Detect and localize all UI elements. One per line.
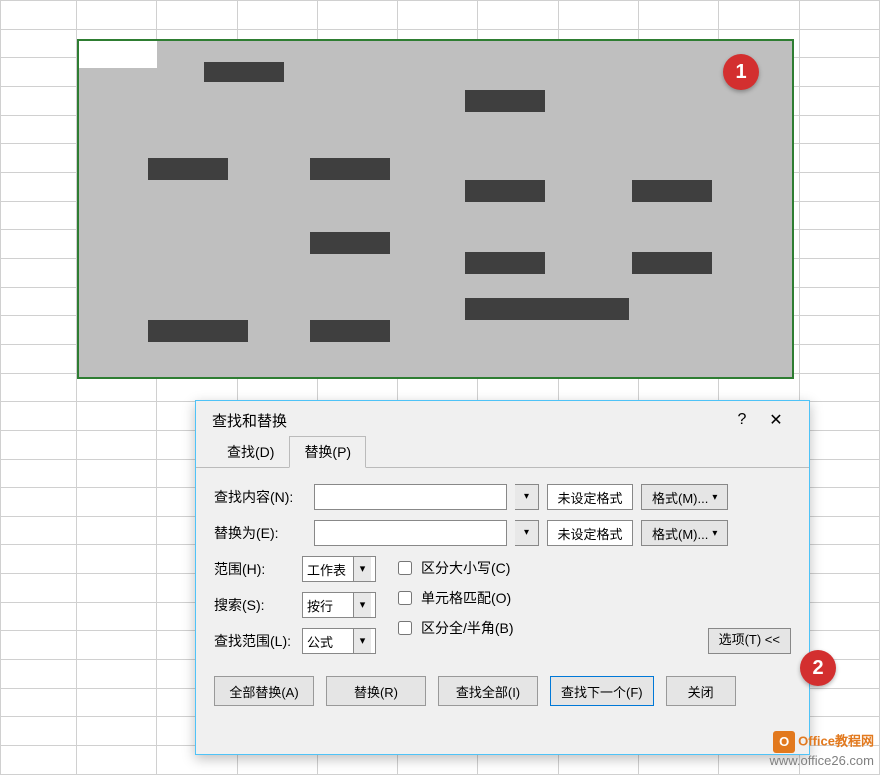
chevron-down-icon: ▾ <box>353 629 371 653</box>
find-what-label: 查找内容(N): <box>214 487 306 507</box>
filled-cell[interactable] <box>310 232 390 254</box>
close-button[interactable]: ✕ <box>759 406 793 434</box>
help-button[interactable]: ? <box>725 406 759 434</box>
dialog-tabs: 查找(D) 替换(P) <box>196 439 809 468</box>
tab-replace[interactable]: 替换(P) <box>289 436 366 468</box>
filled-cell[interactable] <box>310 158 390 180</box>
match-entire-cell-checkbox[interactable]: 单元格匹配(O) <box>394 588 514 608</box>
replace-with-label: 替换为(E): <box>214 523 306 543</box>
filled-cell[interactable] <box>310 320 390 342</box>
chevron-down-icon: ▾ <box>353 557 371 581</box>
filled-cell[interactable] <box>465 90 545 112</box>
lookin-select[interactable]: 公式▾ <box>302 628 376 654</box>
dialog-title: 查找和替换 <box>212 410 287 431</box>
replace-format-preview: 未设定格式 <box>547 520 633 546</box>
replace-with-input[interactable] <box>314 520 507 546</box>
lookin-label: 查找范围(L): <box>214 631 294 651</box>
filled-cell[interactable] <box>204 62 284 82</box>
replace-all-button[interactable]: 全部替换(A) <box>214 676 314 706</box>
find-format-button[interactable]: 格式(M)...▾ <box>641 484 728 510</box>
search-label: 搜索(S): <box>214 595 294 615</box>
logo-icon: O <box>773 731 795 753</box>
replace-format-button[interactable]: 格式(M)...▾ <box>641 520 728 546</box>
chevron-down-icon: ▾ <box>353 593 371 617</box>
active-cell[interactable] <box>79 41 157 68</box>
filled-cell[interactable] <box>148 320 248 342</box>
replace-button[interactable]: 替换(R) <box>326 676 426 706</box>
chevron-down-icon: ▾ <box>712 492 717 503</box>
annotation-badge-2: 2 <box>800 650 836 686</box>
filled-cell[interactable] <box>465 252 545 274</box>
within-label: 范围(H): <box>214 559 294 579</box>
match-byte-checkbox[interactable]: 区分全/半角(B) <box>394 618 514 638</box>
replace-history-dropdown[interactable]: ▾ <box>515 520 539 546</box>
tab-find[interactable]: 查找(D) <box>212 436 289 467</box>
close-icon: ✕ <box>769 410 782 430</box>
close-dialog-button[interactable]: 关闭 <box>666 676 736 706</box>
find-all-button[interactable]: 查找全部(I) <box>438 676 538 706</box>
dialog-titlebar[interactable]: 查找和替换 ? ✕ <box>196 401 809 439</box>
options-toggle-button[interactable]: 选项(T) << <box>708 628 791 654</box>
chevron-down-icon: ▾ <box>712 528 717 539</box>
find-next-button[interactable]: 查找下一个(F) <box>550 676 654 706</box>
match-case-checkbox[interactable]: 区分大小写(C) <box>394 558 514 578</box>
chevron-down-icon: ▾ <box>524 491 529 502</box>
find-replace-dialog: 查找和替换 ? ✕ 查找(D) 替换(P) 查找内容(N): ▾ 未设定格式 格… <box>195 400 810 755</box>
search-select[interactable]: 按行▾ <box>302 592 376 618</box>
filled-cell[interactable] <box>465 180 545 202</box>
within-select[interactable]: 工作表▾ <box>302 556 376 582</box>
find-what-input[interactable] <box>314 484 507 510</box>
filled-cell[interactable] <box>632 252 712 274</box>
watermark: OOffice教程网 www.office26.com <box>769 731 874 769</box>
find-format-preview: 未设定格式 <box>547 484 633 510</box>
filled-cell[interactable] <box>148 158 228 180</box>
find-history-dropdown[interactable]: ▾ <box>515 484 539 510</box>
filled-cell[interactable] <box>632 180 712 202</box>
filled-cell[interactable] <box>465 298 629 320</box>
chevron-down-icon: ▾ <box>524 527 529 538</box>
annotation-badge-1: 1 <box>723 54 759 90</box>
